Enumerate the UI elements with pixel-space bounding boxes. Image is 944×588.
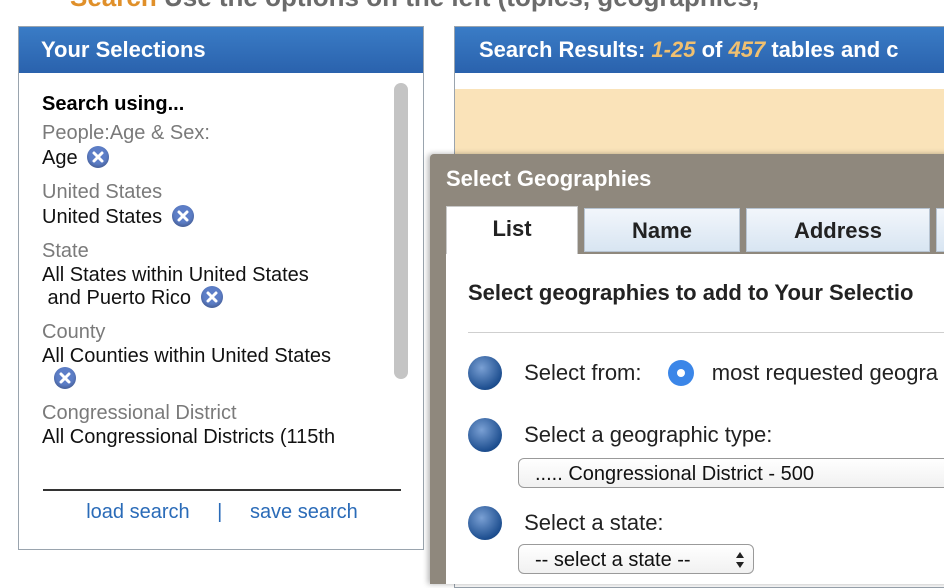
- step-state: Select a state:: [468, 506, 664, 540]
- remove-icon[interactable]: [171, 205, 194, 227]
- selection-group-county: County All Counties within United States: [42, 319, 391, 390]
- tab-address[interactable]: Address: [746, 208, 930, 252]
- blue-ball-bullet-icon: [468, 506, 502, 540]
- step-select-from: Select from: most requested geogra: [468, 356, 938, 390]
- selection-value-text: All Congressional Districts (115th: [42, 426, 336, 448]
- step-geo-type: Select a geographic type:: [468, 418, 772, 452]
- geo-type-label: Select a geographic type:: [524, 422, 773, 447]
- dialog-instruction: Select geographies to add to Your Select…: [468, 280, 914, 305]
- selection-category: Congressional District: [42, 402, 237, 424]
- save-search-link[interactable]: save search: [250, 501, 358, 523]
- page-instruction-banner: Search Use the options on the left (topi…: [70, 0, 944, 12]
- load-search-link[interactable]: load search: [86, 501, 189, 523]
- your-selections-panel: Your Selections Search using... People:A…: [18, 26, 424, 550]
- results-total: 457: [728, 37, 766, 62]
- most-requested-option[interactable]: most requested geogra: [712, 360, 938, 385]
- selection-category: United States: [42, 181, 163, 203]
- selection-category: County: [42, 321, 106, 343]
- selection-value-text: and Puerto Rico: [42, 287, 191, 309]
- updown-arrows-icon: [735, 549, 745, 580]
- banner-text: Use the options on the left (topics, geo…: [164, 0, 759, 12]
- selection-value-text: United States: [42, 206, 163, 228]
- selection-value: United States: [42, 205, 391, 228]
- tab-list[interactable]: List: [446, 206, 578, 256]
- selection-value: All Congressional Districts (115th: [42, 426, 391, 448]
- footer-separator: |: [217, 501, 223, 523]
- geo-type-select[interactable]: ..... Congressional District - 500: [518, 458, 944, 488]
- dialog-title: Select Geographies: [446, 166, 652, 191]
- selection-category: People:Age & Sex:: [42, 122, 210, 144]
- selections-list: Search using... People:Age & Sex: Age Un…: [19, 79, 391, 477]
- remove-icon[interactable]: [200, 286, 223, 308]
- blue-ball-bullet-icon: [468, 356, 502, 390]
- tab-name[interactable]: Name: [584, 208, 740, 252]
- radio-selected-icon[interactable]: [667, 360, 694, 386]
- results-title-prefix: Search Results:: [479, 37, 646, 62]
- banner-accent: Search: [70, 0, 157, 12]
- selection-value: All Counties within United States: [42, 345, 391, 390]
- dialog-body: Select geographies to add to Your Select…: [446, 254, 944, 584]
- selection-value-text: Age: [42, 147, 78, 169]
- selection-value: Age: [42, 146, 391, 169]
- remove-icon[interactable]: [54, 367, 76, 389]
- remove-icon[interactable]: [87, 146, 110, 168]
- state-value: -- select a state --: [535, 549, 691, 571]
- blue-ball-bullet-icon: [468, 418, 502, 452]
- selection-group-state: State All States within United States an…: [42, 238, 391, 309]
- results-suffix: tables and c: [771, 37, 899, 62]
- selection-value: All States within United States and Puer…: [42, 264, 391, 309]
- selection-group-congressional-district: Congressional District All Congressional…: [42, 400, 391, 448]
- select-geographies-dialog: Select Geographies List Name Address Sel…: [430, 154, 944, 584]
- selection-group-united-states: United States United States: [42, 179, 391, 228]
- selection-value-text: All Counties within United States: [42, 345, 332, 367]
- search-results-title: Search Results: 1-25 of 457 tables and c: [455, 27, 944, 73]
- geo-type-value: ..... Congressional District - 500: [535, 463, 814, 485]
- results-range: 1-25: [651, 37, 696, 62]
- tab-more[interactable]: [936, 208, 944, 252]
- state-select[interactable]: -- select a state --: [518, 544, 754, 574]
- selection-category: State: [42, 240, 89, 262]
- divider: [468, 332, 944, 333]
- scrollbar-thumb[interactable]: [394, 83, 408, 379]
- selections-scrollbar[interactable]: [393, 83, 408, 479]
- selection-group-topic: People:Age & Sex: Age: [42, 120, 391, 169]
- your-selections-title: Your Selections: [19, 27, 423, 73]
- search-using-heading: Search using...: [42, 93, 185, 115]
- geography-tabs: List Name Address: [446, 206, 944, 256]
- state-label: Select a state:: [524, 510, 664, 535]
- results-of: of: [701, 37, 723, 62]
- selection-value-text: All States within United States: [42, 264, 309, 286]
- select-from-label: Select from:: [524, 360, 642, 385]
- selections-footer: load search | save search: [43, 489, 401, 524]
